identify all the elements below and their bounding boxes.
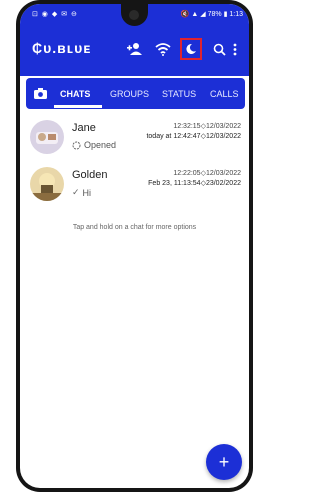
plus-icon: + (218, 451, 230, 472)
tab-calls[interactable]: CALLS (210, 78, 239, 109)
app-toolbar: ₵ᴜ.ʙʟᴜᴇ (20, 24, 249, 76)
chat-status-text: Hi (82, 187, 92, 198)
app-title: ₵ᴜ.ʙʟᴜᴇ (32, 40, 92, 56)
chat-time: 12:32:15◇12/03/2022 (173, 123, 241, 130)
chat-last-seen: today at 12:42:47◇12/03/2022 (146, 133, 241, 140)
camera-icon (129, 10, 139, 20)
tab-bar: CHATS GROUPS STATUS CALLS (26, 78, 245, 109)
chat-name: Jane (72, 122, 96, 134)
chat-time: 12:22:05◇12/03/2022 (173, 170, 241, 177)
chat-row[interactable]: Jane Opened 12:32:15◇12/03/2022 today at… (20, 120, 249, 170)
chat-status: ✓ Hi (72, 187, 91, 198)
opened-icon (72, 141, 81, 149)
chat-last-seen: Feb 23, 11:13:54◇23/02/2022 (148, 180, 241, 187)
avatar (30, 120, 64, 154)
chat-row[interactable]: Golden ✓ Hi 12:22:05◇12/03/2022 Feb 23, … (20, 167, 249, 217)
active-tab-indicator (54, 105, 102, 108)
hint-text: Tap and hold on a chat for more options (72, 224, 197, 231)
phone-frame: ⊡ ◉ ◆ ✉ ⊖ 🔇 ▲ ◢ 78% ▮ 1:13 ₵ᴜ.ʙʟᴜᴇ CHATS… (16, 0, 253, 492)
tab-groups[interactable]: GROUPS (110, 78, 149, 109)
chat-name: Golden (72, 169, 108, 181)
tab-status[interactable]: STATUS (162, 78, 196, 109)
screen: ⊡ ◉ ◆ ✉ ⊖ 🔇 ▲ ◢ 78% ▮ 1:13 ₵ᴜ.ʙʟᴜᴇ CHATS… (20, 4, 249, 488)
new-chat-button[interactable]: + (206, 444, 242, 480)
add-contact-icon[interactable] (124, 38, 146, 60)
sent-check-icon: ✓ (72, 187, 80, 197)
camera-tab-icon[interactable] (34, 78, 47, 109)
more-icon[interactable] (228, 38, 242, 60)
wifi-icon[interactable] (152, 38, 174, 60)
status-left: ⊡ ◉ ◆ ✉ ⊖ (32, 11, 78, 18)
search-icon[interactable] (208, 38, 230, 60)
night-mode-icon[interactable] (180, 38, 202, 60)
avatar (30, 167, 64, 201)
chat-status: Opened (72, 140, 116, 150)
chat-status-text: Opened (84, 140, 117, 150)
status-right: 🔇 ▲ ◢ 78% ▮ 1:13 (180, 11, 243, 18)
